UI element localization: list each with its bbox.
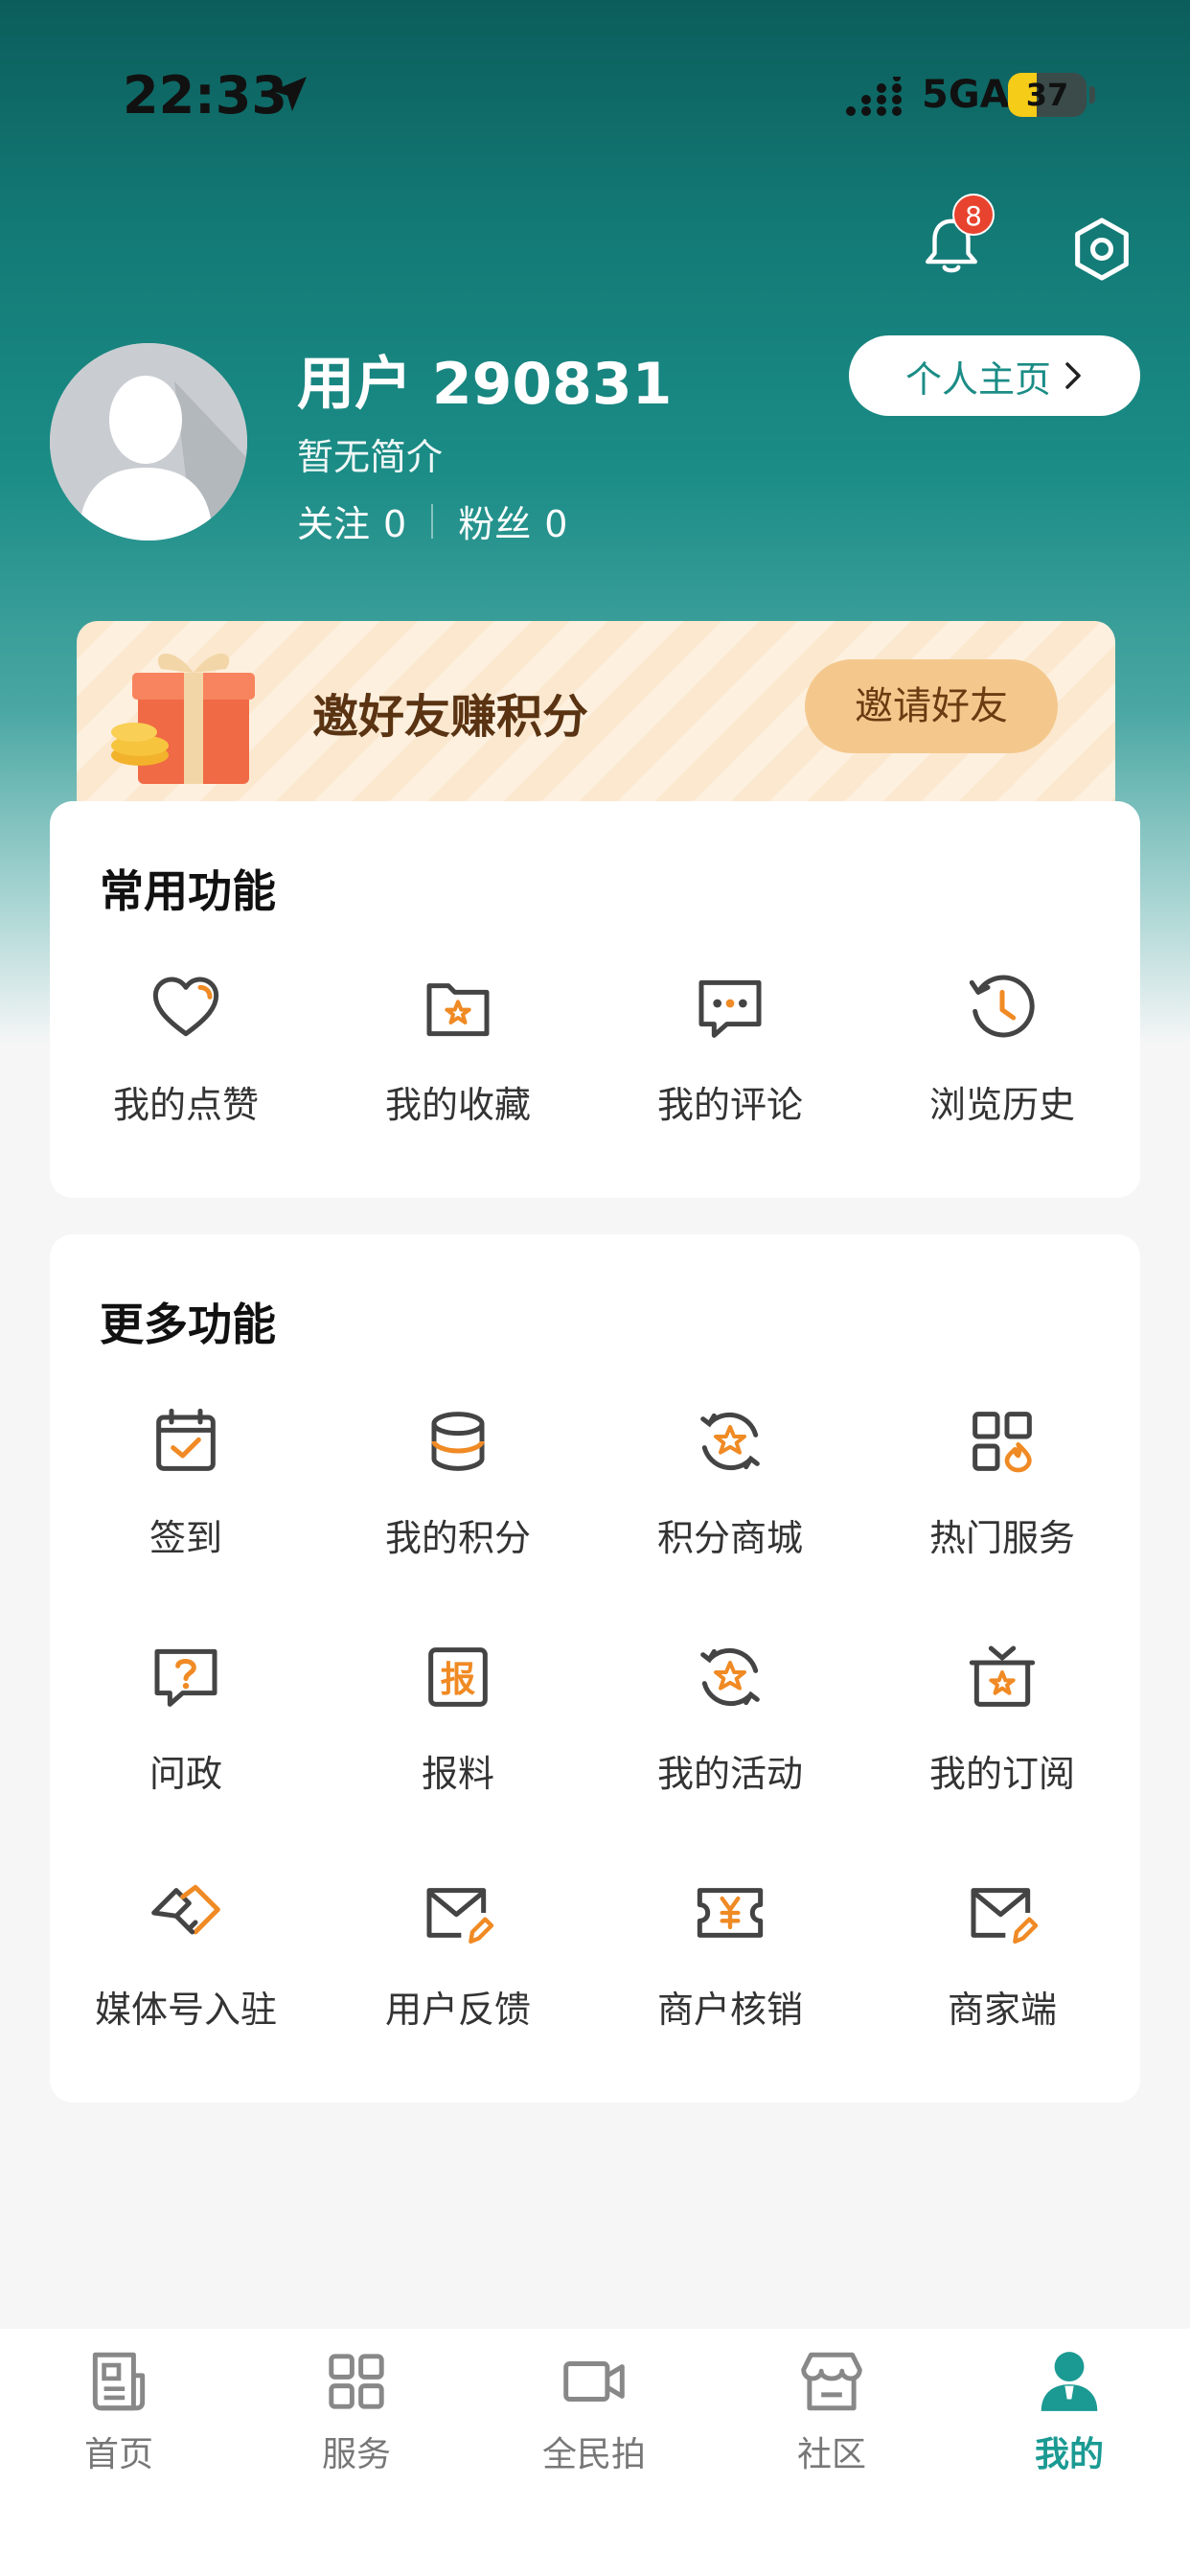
nav-citizen-shoot[interactable]: 全民拍 [475, 2346, 713, 2476]
item-label: 我的活动 [656, 1753, 803, 1795]
status-bar: 22:33 5GA 37 [0, 0, 1190, 192]
follow-item[interactable]: 关注 0 [297, 494, 406, 547]
question-icon [154, 1648, 217, 1707]
personal-homepage-button[interactable]: 个人主页 [849, 335, 1140, 416]
chevron-right-icon [1065, 362, 1081, 389]
points-mall-icon [700, 1412, 760, 1471]
fans-label: 粉丝 [458, 503, 532, 545]
feedback-mail-icon [426, 1888, 494, 1944]
avatar[interactable] [50, 343, 247, 540]
invite-title: 邀好友赚积分 [312, 690, 589, 744]
merchant-mail-icon [971, 1888, 1039, 1944]
follow-stats: 关注 0 粉丝 0 [297, 494, 567, 547]
my-subscriptions-item[interactable]: 我的订阅 [866, 1639, 1138, 1797]
merchant-portal-item[interactable]: 商家端 [866, 1874, 1138, 2033]
nav-community[interactable]: 社区 [713, 2346, 950, 2476]
store-icon [801, 2352, 862, 2411]
subscribe-icon [969, 1645, 1036, 1707]
merchant-redeem-item[interactable]: 商户核销 [594, 1874, 866, 2033]
video-camera-icon [563, 2361, 625, 2402]
username: 用户 290831 [297, 351, 673, 418]
item-label: 商家端 [947, 1989, 1057, 2031]
folder-star-icon [426, 983, 490, 1037]
nav-label: 全民拍 [541, 2435, 646, 2474]
status-time: 22:33 [123, 65, 287, 126]
ticket-yen-icon [697, 1888, 764, 1938]
item-label: 我的收藏 [384, 1084, 531, 1126]
my-likes-item[interactable]: 我的点赞 [50, 970, 322, 1128]
battery-cap [1089, 86, 1095, 104]
my-points-item[interactable]: 我的积分 [322, 1403, 594, 1561]
item-label: 签到 [149, 1517, 222, 1559]
item-label: 商户核销 [656, 1989, 803, 2031]
report-icon: 报 [428, 1647, 488, 1707]
invite-friends-button[interactable]: 邀请好友 [805, 659, 1058, 753]
my-comments-item[interactable]: 我的评论 [594, 970, 866, 1128]
notification-badge: 8 [952, 194, 995, 236]
item-label: 我的点赞 [112, 1084, 259, 1126]
handshake-icon [151, 1884, 220, 1935]
nav-label: 服务 [321, 2435, 391, 2474]
coins-icon [431, 1412, 485, 1471]
nav-services[interactable]: 服务 [238, 2346, 475, 2476]
grid-icon [329, 2354, 384, 2409]
item-label: 我的订阅 [928, 1753, 1075, 1795]
fans-count: 0 [544, 503, 568, 545]
svg-text:报: 报 [441, 1659, 476, 1700]
common-features-card: 常用功能 我的点赞 我的收藏 我的评论 浏览历史 [50, 801, 1140, 1198]
hot-services-item[interactable]: 热门服务 [866, 1403, 1138, 1561]
news-tip-item[interactable]: 报 报料 [322, 1639, 594, 1797]
item-label: 用户反馈 [384, 1989, 531, 2031]
fans-item[interactable]: 粉丝 0 [458, 494, 567, 547]
item-label: 热门服务 [928, 1517, 1075, 1559]
activity-icon [700, 1647, 760, 1707]
my-favorites-item[interactable]: 我的收藏 [322, 970, 594, 1128]
calendar-check-icon [156, 1408, 216, 1471]
location-arrow-icon [272, 77, 307, 111]
default-avatar-icon [50, 343, 247, 540]
profile-bio: 暂无简介 [297, 436, 444, 478]
battery-percent: 37 [1025, 77, 1069, 113]
item-label: 我的评论 [656, 1084, 803, 1126]
section-title: 更多功能 [100, 1299, 276, 1350]
personal-homepage-label: 个人主页 [904, 357, 1051, 401]
nav-mine[interactable]: 我的 [950, 2346, 1188, 2476]
item-label: 积分商城 [656, 1517, 803, 1559]
nav-label: 首页 [83, 2435, 153, 2474]
invite-banner[interactable]: 邀好友赚积分 邀请好友 [77, 621, 1115, 813]
history-icon [969, 975, 1035, 1038]
heart-icon [152, 977, 219, 1037]
bottom-nav: 首页 服务 全民拍 社区 我的 [0, 2329, 1190, 2576]
more-features-card: 更多功能 签到 我的积分 积分商城 热门服务 问政 报 报料 我的活动 我的订阅… [50, 1234, 1140, 2103]
gift-box-icon [111, 653, 255, 784]
item-label: 报料 [421, 1753, 494, 1795]
item-label: 问政 [149, 1753, 222, 1795]
divider [431, 503, 434, 539]
cellular-signal-icon [846, 77, 902, 116]
item-label: 我的积分 [384, 1517, 531, 1559]
check-in-item[interactable]: 签到 [50, 1403, 322, 1561]
points-mall-item[interactable]: 积分商城 [594, 1403, 866, 1561]
follow-label: 关注 [297, 503, 371, 545]
user-feedback-item[interactable]: 用户反馈 [322, 1874, 594, 2033]
follow-count: 0 [383, 503, 407, 545]
item-label: 媒体号入驻 [94, 1989, 277, 2031]
nav-label: 社区 [796, 2435, 866, 2474]
user-icon [1041, 2352, 1098, 2411]
settings-hexagon-icon[interactable] [1065, 213, 1138, 286]
battery-icon: 37 [1008, 73, 1087, 117]
comment-icon [698, 979, 762, 1038]
news-icon [92, 2352, 146, 2411]
browse-history-item[interactable]: 浏览历史 [866, 970, 1138, 1128]
section-title: 常用功能 [100, 865, 276, 917]
item-label: 浏览历史 [928, 1084, 1075, 1126]
inquiry-item[interactable]: 问政 [50, 1639, 322, 1797]
nav-label: 我的 [1034, 2435, 1104, 2474]
media-account-item[interactable]: 媒体号入驻 [50, 1874, 322, 2033]
network-type: 5GA [922, 73, 1010, 117]
nav-home[interactable]: 首页 [0, 2346, 238, 2476]
my-activities-item[interactable]: 我的活动 [594, 1639, 866, 1797]
hot-service-icon [973, 1412, 1032, 1473]
